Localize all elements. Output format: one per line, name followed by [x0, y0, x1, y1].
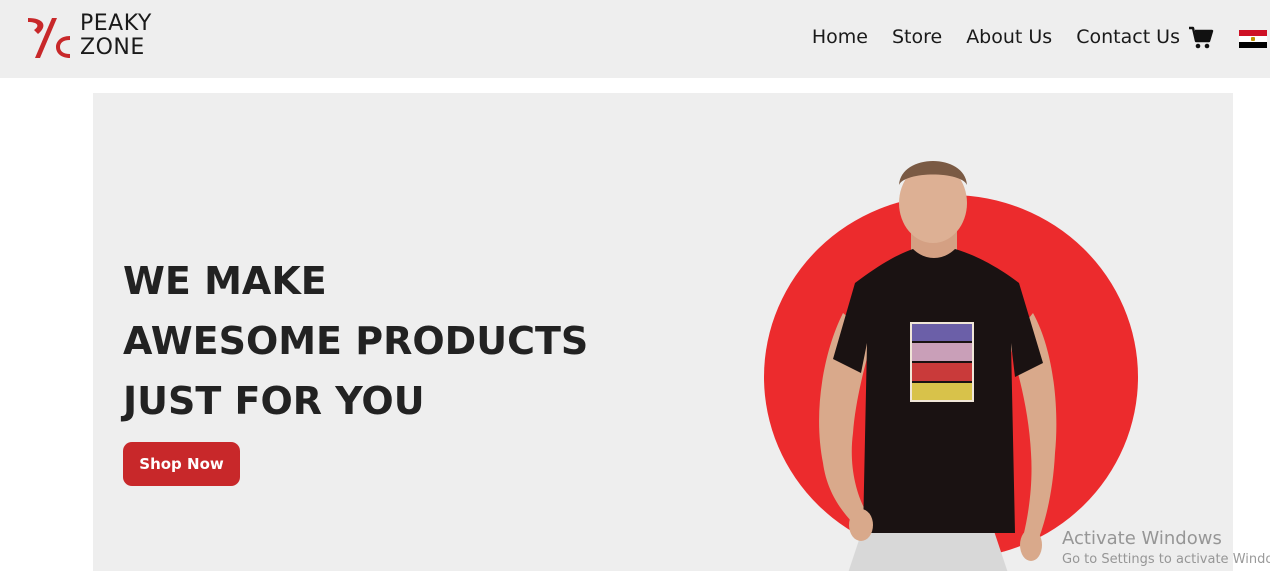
hero-title-line: WE MAKE: [123, 259, 327, 303]
nav-links: Home Store About Us Contact Us: [812, 26, 1180, 48]
brand-logo[interactable]: PEAKY ZONE: [26, 12, 176, 64]
brand-name-line2: ZONE: [80, 35, 145, 60]
hero-title-line: AWESOME PRODUCTS: [123, 319, 589, 363]
hero-banner: WE MAKE AWESOME PRODUCTS JUST FOR YOU Sh…: [93, 93, 1233, 571]
nav-link-home[interactable]: Home: [812, 26, 868, 48]
watermark-subtitle: Go to Settings to activate Windows.: [1062, 552, 1270, 567]
shopping-cart-icon[interactable]: [1188, 26, 1214, 50]
logo-mark-icon: [28, 18, 70, 58]
activate-windows-watermark: Activate Windows Go to Settings to activ…: [1062, 528, 1270, 570]
hero-model-image: [819, 161, 1057, 571]
navbar: PEAKY ZONE Home Store About Us Contact U…: [0, 0, 1270, 78]
brand-name: PEAKY ZONE: [80, 12, 152, 60]
hero-title: WE MAKE AWESOME PRODUCTS JUST FOR YOU: [123, 251, 588, 431]
hero-title-line: JUST FOR YOU: [123, 379, 425, 423]
nav-link-contact-us[interactable]: Contact Us: [1076, 26, 1180, 48]
egypt-flag-icon[interactable]: [1239, 30, 1267, 48]
brand-name-line1: PEAKY: [80, 11, 152, 36]
shop-now-button[interactable]: Shop Now: [123, 442, 240, 486]
nav-link-store[interactable]: Store: [892, 26, 942, 48]
watermark-title: Activate Windows: [1062, 528, 1222, 549]
nav-link-about-us[interactable]: About Us: [966, 26, 1052, 48]
